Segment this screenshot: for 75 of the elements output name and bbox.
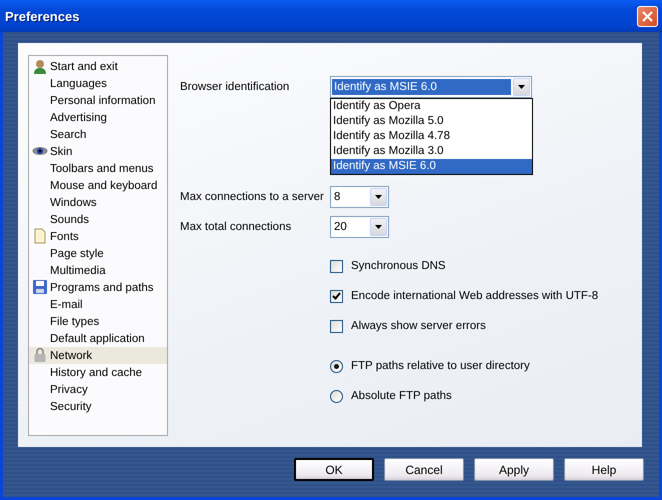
field-label: Browser identification [180, 81, 290, 93]
category-item[interactable]: Toolbars and menus [29, 160, 167, 177]
person-icon [32, 58, 48, 74]
radio-button[interactable] [330, 360, 343, 372]
checkbox[interactable] [330, 290, 343, 302]
category-item[interactable]: Advertising [29, 109, 167, 126]
category-label: File types [50, 316, 100, 328]
category-label: Page style [50, 248, 104, 260]
category-item[interactable]: File types [29, 313, 167, 330]
dialog-button[interactable]: Apply [474, 458, 554, 481]
category-item[interactable]: Skin [29, 143, 167, 160]
category-item[interactable]: Sounds [29, 211, 167, 228]
field-label: Max connections to a server [180, 191, 325, 203]
padlock-icon [32, 347, 48, 363]
category-label: Start and exit [50, 60, 118, 72]
number-dropdown[interactable]: 20 [330, 216, 389, 238]
dropdown-button[interactable] [370, 188, 387, 206]
radio-button[interactable] [330, 390, 343, 402]
dropdown-button[interactable] [370, 218, 387, 236]
category-item[interactable]: Default application [29, 330, 167, 347]
radio-label: Absolute FTP paths [351, 390, 452, 402]
category-label: Advertising [50, 112, 107, 124]
field-label: Max total connections [180, 221, 292, 233]
window-title: Preferences [5, 8, 80, 24]
category-label: Search [50, 128, 86, 140]
category-item[interactable]: Security [29, 398, 167, 415]
category-item[interactable]: History and cache [29, 364, 167, 381]
category-label: Privacy [50, 384, 88, 396]
dialog-button[interactable]: Cancel [384, 458, 464, 481]
checkbox[interactable] [330, 260, 343, 272]
category-label: Default application [50, 332, 145, 344]
category-item[interactable]: Personal information [29, 92, 167, 109]
category-item[interactable]: Start and exit [29, 58, 167, 75]
dropdown-button[interactable] [513, 78, 530, 96]
category-label: Toolbars and menus [50, 162, 154, 174]
number-dropdown[interactable]: 8 [330, 186, 389, 208]
category-label: Sounds [50, 214, 90, 226]
category-item[interactable]: Privacy [29, 381, 167, 398]
category-item[interactable]: Windows [29, 194, 167, 211]
category-item[interactable]: Mouse and keyboard [29, 177, 167, 194]
checkbox-label: Always show server errors [351, 320, 486, 332]
category-label: History and cache [50, 366, 142, 378]
dialog-button[interactable]: OK [294, 458, 374, 481]
category-item[interactable]: Search [29, 126, 167, 143]
category-item[interactable]: Network [29, 347, 167, 364]
category-item[interactable]: E-mail [29, 296, 167, 313]
category-label: Multimedia [50, 264, 106, 276]
category-item[interactable]: Languages [29, 75, 167, 92]
category-label: Skin [50, 146, 72, 158]
dropdown-arrow-icon [375, 225, 382, 229]
category-label: Languages [50, 78, 107, 90]
category-label: Personal information [50, 94, 156, 106]
category-item[interactable]: Multimedia [29, 262, 167, 279]
category-label: Windows [50, 196, 97, 208]
category-item[interactable]: Fonts [29, 228, 167, 245]
category-label: Network [50, 350, 92, 362]
dropdown-arrow-icon [518, 85, 525, 89]
checkbox-label: Encode international Web addresses with UTF-8 [351, 290, 598, 302]
category-label: Mouse and keyboard [50, 180, 158, 192]
checkbox[interactable] [330, 320, 343, 332]
category-label: Programs and paths [50, 282, 154, 294]
dropdown-option[interactable]: Identify as MSIE 6.0 [331, 159, 532, 174]
dropdown-arrow-icon [375, 195, 382, 199]
checkbox-label: Synchronous DNS [351, 260, 446, 272]
close-button[interactable] [637, 6, 658, 26]
category-item[interactable]: Programs and paths [29, 279, 167, 296]
category-label: Security [50, 400, 92, 412]
category-label: Fonts [50, 230, 79, 242]
category-item[interactable]: Page style [29, 245, 167, 262]
radio-label: FTP paths relative to user directory [351, 360, 530, 372]
dialog-button[interactable]: Help [564, 458, 644, 481]
category-label: E-mail [50, 298, 83, 310]
close-icon [642, 10, 653, 22]
document-icon [32, 228, 48, 244]
browser-identification-dropdown[interactable]: Identify as MSIE 6.0 [330, 76, 532, 98]
